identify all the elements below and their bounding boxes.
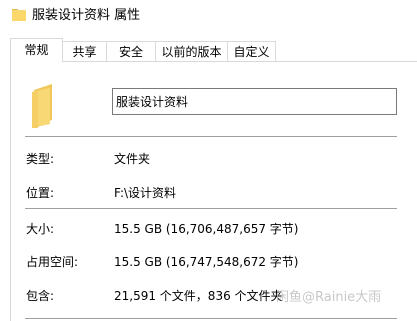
folder-name-input[interactable] — [112, 88, 397, 115]
folder-icon — [32, 84, 52, 128]
tab-general[interactable]: 常规 — [10, 38, 63, 62]
tab-customize[interactable]: 自定义 — [227, 41, 276, 61]
divider — [25, 318, 397, 319]
size-on-disk-label: 占用空间: — [26, 255, 79, 269]
watermark: 闲鱼@Rainie大雨 — [276, 290, 382, 305]
tab-strip: 常规 共享 安全 以前的版本 自定义 — [0, 38, 417, 62]
size-value: 15.5 GB (16,706,487,657 字节) — [114, 222, 299, 236]
window-title: 服装设计资料 属性 — [32, 8, 141, 23]
type-value: 文件夹 — [114, 152, 151, 166]
properties-window: 服装设计资料 属性 常规 共享 安全 以前的版本 自定义 类型: 文件夹 位置:… — [0, 0, 417, 321]
size-on-disk-value: 15.5 GB (16,747,548,672 字节) — [114, 255, 299, 269]
divider — [25, 208, 397, 209]
title-bar[interactable]: 服装设计资料 属性 — [0, 0, 417, 32]
type-label: 类型: — [26, 152, 55, 166]
size-label: 大小: — [26, 222, 55, 236]
location-label: 位置: — [26, 186, 55, 200]
divider — [25, 136, 397, 137]
location-value: F:\设计资料 — [114, 186, 177, 200]
contains-value: 21,591 个文件，836 个文件夹 — [114, 289, 283, 303]
folder-icon — [12, 9, 26, 21]
tab-previous-versions[interactable]: 以前的版本 — [155, 41, 228, 61]
contains-label: 包含: — [26, 289, 55, 303]
tab-sharing[interactable]: 共享 — [62, 41, 107, 61]
tab-security[interactable]: 安全 — [106, 41, 156, 61]
